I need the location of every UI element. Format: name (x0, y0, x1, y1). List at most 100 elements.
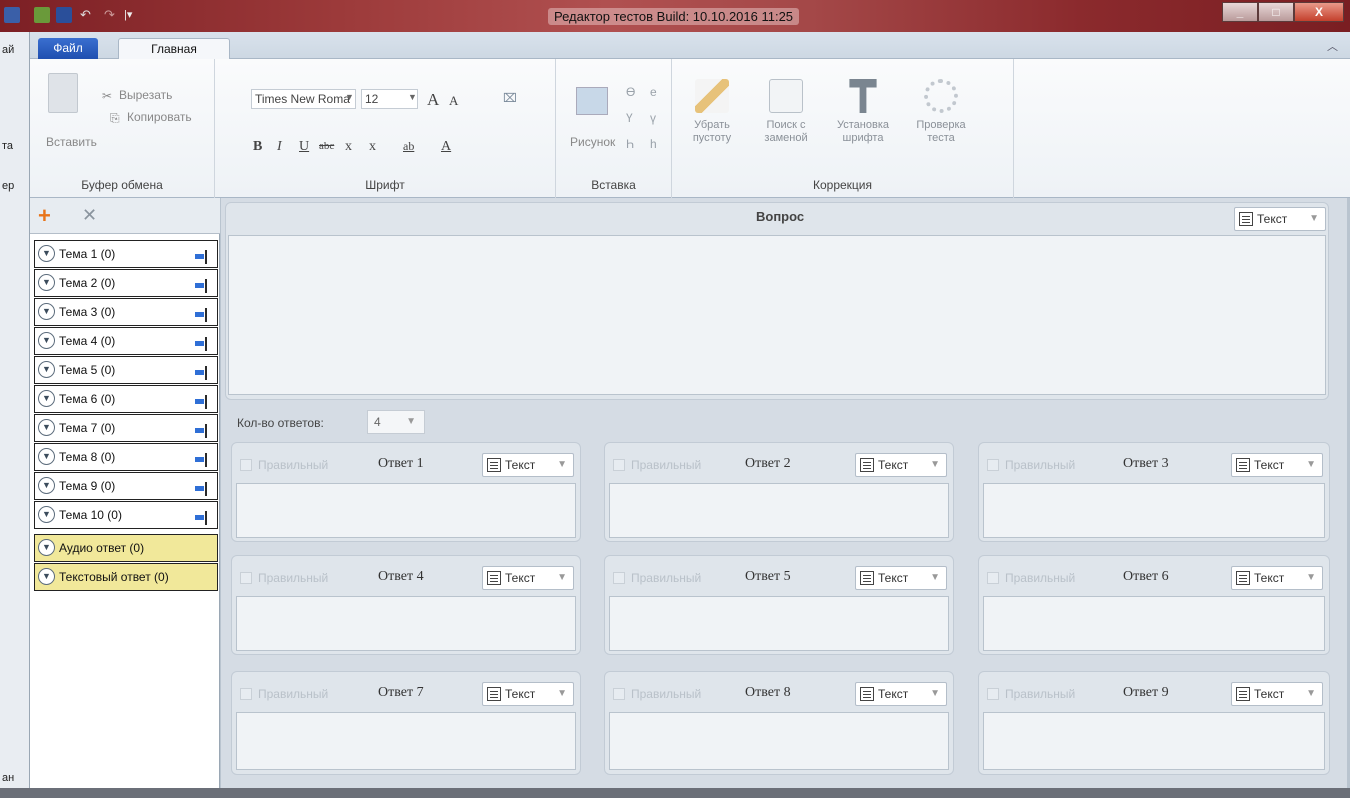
list-item[interactable]: ▼ Тема 6 (0) (34, 385, 218, 413)
answer-type-select[interactable]: Текст ▼ (482, 566, 574, 590)
edit-topic-icon[interactable] (195, 450, 209, 467)
list-item[interactable]: ▼ Тема 5 (0) (34, 356, 218, 384)
edit-topic-icon[interactable] (195, 247, 209, 264)
insert-char-button[interactable]: Ү (626, 111, 633, 125)
answer-type-select[interactable]: Текст ▼ (855, 682, 947, 706)
chevron-down-icon[interactable]: ▼ (38, 332, 55, 349)
cut-button[interactable]: Вырезать (119, 88, 172, 102)
delete-topic-icon[interactable]: ✕ (82, 205, 97, 226)
list-item[interactable]: ▼ Текстовый ответ (0) (34, 563, 218, 591)
list-item[interactable]: ▼ Тема 1 (0) (34, 240, 218, 268)
grow-font-button[interactable]: A (427, 90, 439, 110)
maximize-button[interactable]: □ (1258, 2, 1294, 22)
chevron-down-icon[interactable]: ▼ (38, 361, 55, 378)
list-item[interactable]: ▼ Тема 8 (0) (34, 443, 218, 471)
ribbon-collapse-icon[interactable]: ︿ (1327, 38, 1338, 54)
insert-char-button[interactable]: ү (650, 111, 656, 125)
correct-checkbox[interactable] (613, 572, 625, 584)
set-font-button[interactable]: Установка шрифта (828, 79, 898, 145)
answer-text-field[interactable] (609, 596, 949, 651)
list-item[interactable]: ▼ Тема 9 (0) (34, 472, 218, 500)
correct-checkbox[interactable] (987, 459, 999, 471)
correct-checkbox[interactable] (987, 572, 999, 584)
correct-checkbox[interactable] (613, 688, 625, 700)
list-item[interactable]: ▼ Аудио ответ (0) (34, 534, 218, 562)
redo-icon[interactable]: ↷ (104, 7, 120, 23)
edit-topic-icon[interactable] (195, 334, 209, 351)
chevron-down-icon[interactable]: ▼ (38, 506, 55, 523)
answer-text-field[interactable] (983, 483, 1325, 538)
open-icon[interactable] (34, 7, 50, 23)
edit-topic-icon[interactable] (195, 363, 209, 380)
paste-icon[interactable] (48, 73, 78, 113)
chevron-down-icon[interactable]: ▼ (38, 539, 55, 556)
undo-icon[interactable]: ↶ (80, 7, 96, 23)
answer-text-field[interactable] (983, 596, 1325, 651)
tab-file[interactable]: Файл (38, 38, 98, 59)
list-item[interactable]: ▼ Тема 10 (0) (34, 501, 218, 529)
list-item[interactable]: ▼ Тема 2 (0) (34, 269, 218, 297)
edit-topic-icon[interactable] (195, 479, 209, 496)
chevron-down-icon[interactable]: ▼ (408, 92, 417, 102)
chevron-down-icon[interactable]: ▼ (38, 477, 55, 494)
question-type-select[interactable]: Текст ▼ (1234, 207, 1326, 231)
list-item[interactable]: ▼ Тема 4 (0) (34, 327, 218, 355)
superscript-button[interactable]: x (369, 139, 376, 155)
answer-type-select[interactable]: Текст ▼ (855, 566, 947, 590)
clear-format-icon[interactable]: ⌧ (503, 91, 517, 105)
edit-topic-icon[interactable] (195, 305, 209, 322)
answer-type-select[interactable]: Текст ▼ (1231, 682, 1323, 706)
font-family-select[interactable]: Times New Roma (251, 89, 356, 109)
correct-checkbox[interactable] (240, 459, 252, 471)
picture-icon[interactable] (576, 87, 608, 115)
qat-customize-icon[interactable]: |▾ (124, 7, 140, 23)
copy-button[interactable]: Копировать (127, 110, 192, 124)
edit-topic-icon[interactable] (195, 276, 209, 293)
strikethrough-button[interactable]: abc (319, 140, 334, 152)
picture-button[interactable]: Рисунок (570, 135, 615, 149)
correct-checkbox[interactable] (613, 459, 625, 471)
insert-char-button[interactable]: Һ (626, 137, 634, 151)
tab-home[interactable]: Главная (118, 38, 230, 60)
add-topic-icon[interactable]: + (38, 203, 51, 229)
answer-text-field[interactable] (236, 712, 576, 770)
save-icon[interactable] (56, 7, 72, 23)
chevron-down-icon[interactable]: ▼ (345, 92, 354, 102)
highlight-button[interactable]: ab (403, 139, 414, 154)
answers-count-select[interactable]: 4 ▼ (367, 410, 425, 434)
answer-type-select[interactable]: Текст ▼ (1231, 453, 1323, 477)
check-test-button[interactable]: Проверка теста (908, 79, 974, 145)
edit-topic-icon[interactable] (195, 392, 209, 409)
correct-checkbox[interactable] (240, 688, 252, 700)
answer-text-field[interactable] (236, 483, 576, 538)
minimize-button[interactable]: _ (1222, 2, 1258, 22)
answer-text-field[interactable] (609, 483, 949, 538)
correct-checkbox[interactable] (987, 688, 999, 700)
shrink-font-button[interactable]: A (449, 93, 458, 109)
close-button[interactable]: X (1294, 2, 1344, 22)
paste-button[interactable]: Вставить (46, 135, 97, 149)
copy-icon[interactable]: ⎘ (110, 111, 120, 126)
chevron-down-icon[interactable]: ▼ (38, 245, 55, 262)
insert-char-button[interactable]: е (650, 85, 657, 99)
find-replace-button[interactable]: Поиск с заменой (756, 79, 816, 145)
insert-char-button[interactable]: һ (650, 137, 657, 151)
answer-type-select[interactable]: Текст ▼ (855, 453, 947, 477)
answer-text-field[interactable] (236, 596, 576, 651)
answer-type-select[interactable]: Текст ▼ (1231, 566, 1323, 590)
edit-topic-icon[interactable] (195, 421, 209, 438)
answer-text-field[interactable] (609, 712, 949, 770)
chevron-down-icon[interactable]: ▼ (38, 274, 55, 291)
chevron-down-icon[interactable]: ▼ (38, 568, 55, 585)
edit-topic-icon[interactable] (195, 508, 209, 525)
clean-empty-button[interactable]: Убрать пустоту (682, 79, 742, 145)
bold-button[interactable]: B (253, 139, 262, 155)
list-item[interactable]: ▼ Тема 3 (0) (34, 298, 218, 326)
chevron-down-icon[interactable]: ▼ (38, 419, 55, 436)
subscript-button[interactable]: x (345, 139, 352, 155)
question-text-field[interactable] (228, 235, 1326, 395)
list-item[interactable]: ▼ Тема 7 (0) (34, 414, 218, 442)
underline-button[interactable]: U (299, 139, 309, 155)
font-color-button[interactable]: A (441, 139, 451, 155)
correct-checkbox[interactable] (240, 572, 252, 584)
